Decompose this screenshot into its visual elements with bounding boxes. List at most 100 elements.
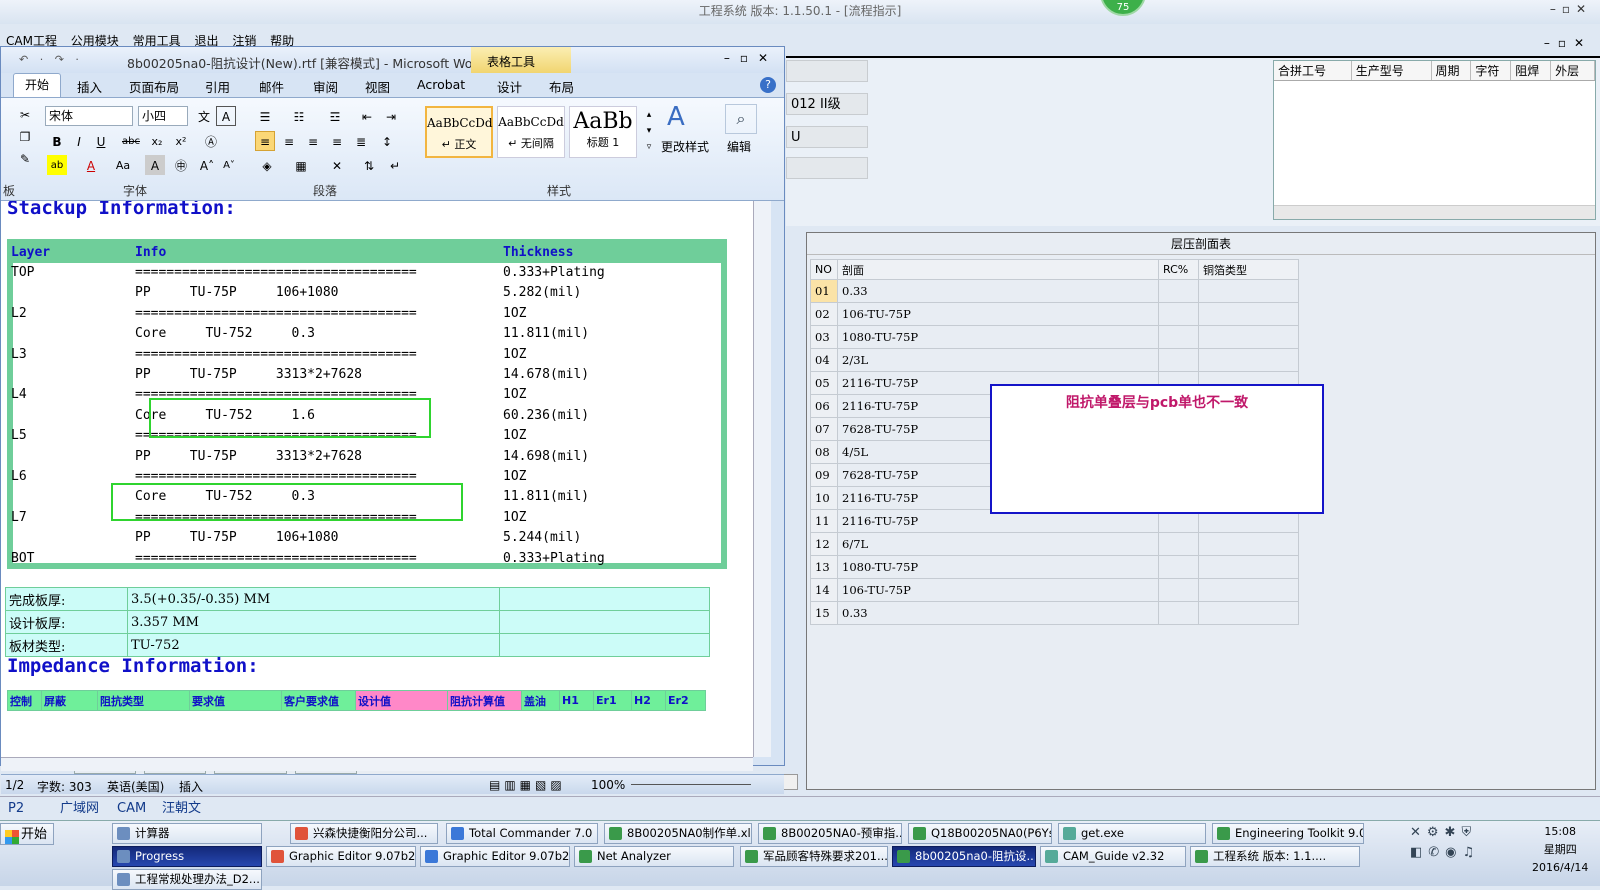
col-solder-mask[interactable]: 阻焊 <box>1511 61 1552 80</box>
find-icon[interactable]: ⌕ <box>725 104 757 134</box>
col-no[interactable]: NO <box>810 259 838 280</box>
help-icon[interactable]: ? <box>760 77 776 93</box>
taskbar-button[interactable]: 8B00205NA0-预审指... <box>758 823 902 844</box>
col-copper-type[interactable]: 铜箔类型 <box>1198 259 1299 280</box>
col-char[interactable]: 字符 <box>1471 61 1512 80</box>
p2-selector[interactable]: P2 <box>8 799 24 819</box>
shrink-font-icon[interactable]: A˅ <box>219 155 239 175</box>
lamination-row[interactable]: 13 1080-TU-75P <box>810 555 1299 579</box>
align-left-icon[interactable]: ≡ <box>255 131 275 151</box>
document-hscrollbar[interactable] <box>1 757 753 771</box>
tab-mailings[interactable]: 邮件 <box>259 77 284 96</box>
merge-job-grid-scrollbar[interactable] <box>1274 205 1595 219</box>
taskbar-button[interactable]: 兴森快捷衡阳分公司... <box>290 823 438 844</box>
subscript-icon[interactable]: x₂ <box>147 131 167 151</box>
word-window-controls[interactable]: –▫✕ <box>724 51 778 65</box>
taskbar-button[interactable]: 计算器 <box>112 823 262 844</box>
taskbar-button[interactable]: Total Commander 7.0 ... <box>446 823 598 844</box>
line-spacing-icon[interactable]: ↕ <box>377 131 397 151</box>
italic-icon[interactable]: I <box>69 131 89 151</box>
distribute-icon[interactable]: ≣ <box>351 131 371 151</box>
taskbar-button[interactable]: 工程常规处理办法_D2... <box>112 869 262 890</box>
char-shading-icon[interactable]: A <box>145 155 165 175</box>
strikethrough-icon[interactable]: abc <box>121 131 141 151</box>
bold-icon[interactable]: B <box>47 131 67 151</box>
col-rc[interactable]: RC% <box>1158 259 1199 280</box>
shading-icon[interactable]: ◈ <box>257 155 277 175</box>
taskbar-button[interactable]: 军品顾客特殊要求201... <box>740 846 888 867</box>
taskbar-button[interactable]: get.exe <box>1058 823 1206 844</box>
style-normal[interactable]: AaBbCcDd ↵ 正文 <box>425 106 493 158</box>
col-merge-job[interactable]: 合拼工号 <box>1274 61 1352 80</box>
status-language[interactable]: 英语(美国) <box>107 778 164 795</box>
tab-acrobat[interactable]: Acrobat <box>417 77 465 92</box>
lamination-row[interactable]: 14 106-TU-75P <box>810 578 1299 602</box>
col-production-model[interactable]: 生产型号 <box>1352 61 1432 80</box>
font-size-combo[interactable]: 小四 <box>138 106 188 126</box>
bullets-icon[interactable]: ☰ <box>255 106 275 126</box>
status-page[interactable]: 1/2 <box>5 778 24 792</box>
borders-icon[interactable]: ▦ <box>291 155 311 175</box>
lamination-row[interactable]: 12 6/7L <box>810 532 1299 556</box>
change-case-icon[interactable]: Aa <box>113 155 133 175</box>
taskbar-button[interactable]: 8b00205na0-阻抗设... <box>892 846 1036 867</box>
status-zoom[interactable]: 100% <box>591 778 625 792</box>
taskbar-button[interactable]: Engineering Toolkit 9.0... <box>1212 823 1364 844</box>
clock[interactable]: 15:08 星期四 2016/4/14 <box>1532 823 1588 877</box>
lamination-row[interactable]: 15 0.33 <box>810 601 1299 625</box>
taskbar-button[interactable]: Net Analyzer <box>574 846 734 867</box>
decrease-indent-icon[interactable]: ⇤ <box>357 106 377 126</box>
merge-job-grid[interactable]: 合拼工号 生产型号 周期 字符 阻焊 外层 <box>1273 60 1596 220</box>
sort-icon[interactable]: ⇅ <box>359 155 379 175</box>
style-no-spacing[interactable]: AaBbCcDd ↵ 无间隔 <box>497 106 565 158</box>
zoom-slider[interactable] <box>631 784 751 785</box>
app-window-controls[interactable]: –▫✕ <box>1550 2 1592 16</box>
font-color-icon[interactable]: A <box>81 155 101 175</box>
align-center-icon[interactable]: ≡ <box>279 131 299 151</box>
edit-label[interactable]: 编辑 <box>727 138 751 155</box>
taskbar-button[interactable]: CAM_Guide v2.32 <box>1040 846 1186 867</box>
char-border-icon[interactable]: A <box>216 106 236 126</box>
format-painter-icon[interactable]: ✎ <box>15 148 35 168</box>
status-mode[interactable]: 插入 <box>179 778 203 795</box>
tab-layout[interactable]: 布局 <box>549 77 574 96</box>
style-heading-1[interactable]: AaBb 标题 1 <box>569 106 637 158</box>
multilevel-list-icon[interactable]: ☲ <box>325 106 345 126</box>
numbering-icon[interactable]: ☷ <box>289 106 309 126</box>
taskbar-button[interactable]: 工程系统 版本: 1.1.... <box>1190 846 1360 867</box>
lamination-row[interactable]: 02 106-TU-75P <box>810 302 1299 326</box>
col-cycle[interactable]: 周期 <box>1432 61 1472 80</box>
tray-icons[interactable]: ✕⚙✱⛨ <box>1410 825 1477 840</box>
taskbar-button[interactable]: Q18B00205NA0(P6Ys)... <box>908 823 1052 844</box>
tab-review[interactable]: 审阅 <box>313 77 338 96</box>
phonetic-icon[interactable]: 文 <box>194 106 214 126</box>
mdi-window-controls[interactable]: –▫✕ <box>1544 36 1592 50</box>
asian-layout-icon[interactable]: ✕ <box>327 155 347 175</box>
taskbar-button[interactable]: Progress <box>112 846 262 867</box>
change-styles-label[interactable]: 更改样式 <box>661 138 709 155</box>
tab-home[interactable]: 开始 <box>13 73 61 97</box>
tray-icons-2[interactable]: ◧✆◉♫ <box>1410 845 1480 860</box>
start-button[interactable]: 开始 <box>0 823 54 845</box>
show-marks-icon[interactable]: ↵ <box>385 155 405 175</box>
tab-view[interactable]: 视图 <box>365 77 390 96</box>
quick-access-toolbar[interactable]: ↶ · ↷ · <box>19 53 83 66</box>
col-section[interactable]: 剖面 <box>837 259 1159 280</box>
col-outer[interactable]: 外层 <box>1551 61 1595 80</box>
font-name-combo[interactable]: 宋体 <box>45 106 133 126</box>
document-page[interactable]: Stackup Information: Layer Info Thicknes… <box>1 201 753 757</box>
cut-icon[interactable]: ✂ <box>15 104 35 124</box>
copy-icon[interactable]: ❐ <box>15 126 35 146</box>
align-right-icon[interactable]: ≡ <box>303 131 323 151</box>
taskbar-button[interactable]: 8B00205NA0制作单.xl... <box>604 823 752 844</box>
tab-design[interactable]: 设计 <box>497 77 522 96</box>
tab-page-layout[interactable]: 页面布局 <box>129 77 179 96</box>
clear-format-icon[interactable]: Ⓐ <box>201 131 221 151</box>
tab-references[interactable]: 引用 <box>205 77 230 96</box>
highlight-icon[interactable]: ab <box>47 155 67 175</box>
document-vscrollbar[interactable] <box>753 201 771 757</box>
tab-insert[interactable]: 插入 <box>77 77 102 96</box>
lamination-row[interactable]: 01 0.33 <box>810 279 1299 303</box>
taskbar-button[interactable]: Graphic Editor 9.07b2 (... <box>420 846 570 867</box>
enclose-char-icon[interactable]: ㊥ <box>171 155 191 175</box>
